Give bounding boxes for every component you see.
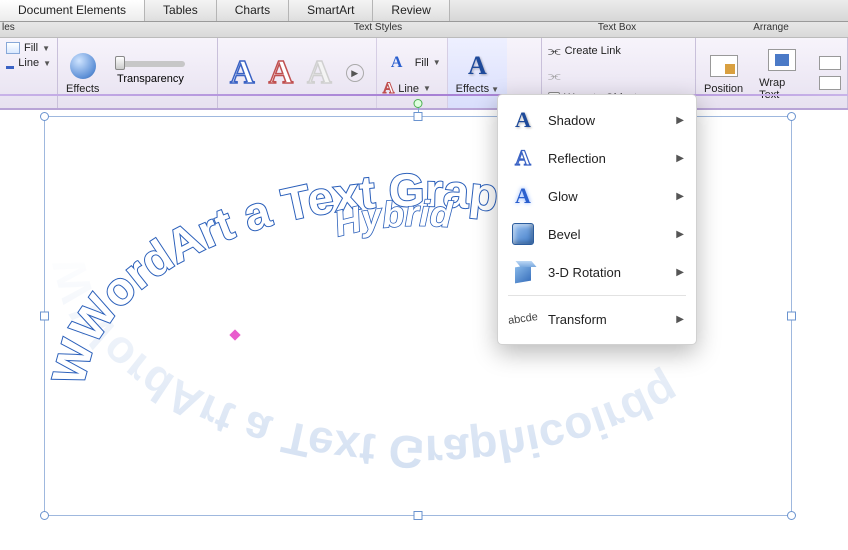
menu-3d-rotation-label: 3-D Rotation bbox=[548, 265, 621, 280]
menu-transform[interactable]: abcde Transform ▶ bbox=[498, 300, 696, 338]
group-label-text-styles: Text Styles bbox=[216, 22, 540, 37]
menu-shadow-label: Shadow bbox=[548, 113, 595, 128]
text-line-label: Line bbox=[398, 83, 419, 95]
chevron-down-icon: ▼ bbox=[42, 44, 50, 53]
create-link-label: Create Link bbox=[565, 45, 621, 57]
bring-forward-icon bbox=[819, 56, 841, 70]
chevron-down-icon: ▼ bbox=[43, 59, 51, 68]
bucket-icon bbox=[6, 42, 20, 54]
menu-bevel[interactable]: Bevel ▶ bbox=[498, 215, 696, 253]
submenu-arrow-icon: ▶ bbox=[676, 153, 684, 164]
menu-reflection[interactable]: A Reflection ▶ bbox=[498, 139, 696, 177]
handle-se[interactable] bbox=[787, 511, 796, 520]
shape-fill-label: Fill bbox=[24, 42, 38, 54]
wrap-text-label: Wrap Text bbox=[759, 77, 805, 101]
wordart-style-2[interactable]: A bbox=[269, 54, 294, 92]
transparency-label: Transparency bbox=[117, 73, 184, 85]
group-label-arrange: Arrange bbox=[694, 22, 848, 37]
tab-document-elements[interactable]: Document Elements bbox=[0, 0, 145, 21]
send-backward-icon bbox=[819, 76, 841, 90]
document-canvas[interactable]: WWordArt a Text Graphicoirdq WWordArt a … bbox=[0, 112, 848, 550]
wordart-style-gallery[interactable]: A A A ▶ bbox=[218, 38, 376, 108]
break-link-button[interactable]: ⫘ bbox=[548, 67, 689, 84]
handle-nw[interactable] bbox=[40, 112, 49, 121]
submenu-arrow-icon: ▶ bbox=[676, 115, 684, 126]
rotation-handle[interactable] bbox=[414, 99, 423, 108]
chevron-down-icon: ▼ bbox=[491, 85, 499, 94]
shape-line-button[interactable]: Line ▼ bbox=[6, 57, 51, 69]
tab-charts[interactable]: Charts bbox=[217, 0, 289, 21]
handle-sw[interactable] bbox=[40, 511, 49, 520]
effects-icon bbox=[68, 51, 98, 81]
submenu-arrow-icon: ▶ bbox=[676, 191, 684, 202]
create-link-button[interactable]: ⫘ Create Link bbox=[548, 42, 689, 59]
handle-n[interactable] bbox=[414, 112, 423, 121]
text-effects-icon: A bbox=[462, 51, 492, 81]
menu-shadow[interactable]: A Shadow ▶ bbox=[498, 101, 696, 139]
handle-e[interactable] bbox=[787, 312, 796, 321]
ribbon-tabstrip: Document Elements Tables Charts SmartArt… bbox=[0, 0, 848, 22]
handle-s[interactable] bbox=[414, 511, 423, 520]
wordart-style-1[interactable]: A bbox=[230, 54, 255, 92]
menu-3d-rotation[interactable]: 3-D Rotation ▶ bbox=[498, 253, 696, 291]
gallery-more-button[interactable]: ▶ bbox=[346, 64, 364, 82]
wrap-text-button[interactable]: Wrap Text bbox=[751, 38, 813, 108]
submenu-arrow-icon: ▶ bbox=[676, 314, 684, 325]
ribbon-divider bbox=[0, 94, 848, 96]
menu-reflection-label: Reflection bbox=[548, 151, 606, 166]
submenu-arrow-icon: ▶ bbox=[676, 229, 684, 240]
wrap-text-icon bbox=[768, 49, 796, 71]
link-icon: ⫘ bbox=[548, 42, 561, 59]
text-fill-label: Fill bbox=[415, 57, 429, 69]
menu-separator bbox=[508, 295, 686, 296]
menu-glow[interactable]: A Glow ▶ bbox=[498, 177, 696, 215]
arrange-more[interactable] bbox=[813, 38, 847, 108]
adjust-handle[interactable] bbox=[229, 329, 240, 340]
handle-w[interactable] bbox=[40, 312, 49, 321]
menu-transform-label: Transform bbox=[548, 312, 607, 327]
shape-effects-button[interactable]: Effects bbox=[58, 47, 107, 99]
slider-thumb[interactable] bbox=[115, 56, 125, 70]
text-fill-button[interactable]: A Fill ▼ bbox=[383, 49, 441, 77]
shape-fill-button[interactable]: Fill ▼ bbox=[6, 42, 51, 54]
text-fill-icon: A bbox=[383, 49, 411, 77]
bevel-icon bbox=[512, 223, 534, 245]
chevron-down-icon: ▼ bbox=[423, 84, 431, 93]
group-label-styles: les bbox=[0, 22, 20, 37]
transparency-slider[interactable] bbox=[115, 61, 185, 67]
transform-icon: abcde bbox=[508, 313, 538, 325]
menu-bevel-label: Bevel bbox=[548, 227, 581, 242]
break-link-icon: ⫘ bbox=[548, 67, 561, 84]
handle-ne[interactable] bbox=[787, 112, 796, 121]
shape-line-label: Line bbox=[18, 57, 39, 69]
ribbon: Fill ▼ Line ▼ Effects Transparency A A bbox=[0, 38, 848, 110]
position-button[interactable]: Position bbox=[696, 38, 751, 108]
ribbon-group-labels: les Text Styles Text Box Arrange bbox=[0, 22, 848, 38]
text-effects-menu: A Shadow ▶ A Reflection ▶ A Glow ▶ Bevel… bbox=[497, 94, 697, 345]
tab-tables[interactable]: Tables bbox=[145, 0, 217, 21]
pen-icon bbox=[6, 57, 14, 69]
cube-icon bbox=[512, 261, 534, 283]
chevron-down-icon: ▼ bbox=[433, 58, 441, 67]
menu-glow-label: Glow bbox=[548, 189, 578, 204]
tab-review[interactable]: Review bbox=[373, 0, 449, 21]
position-icon bbox=[710, 55, 738, 77]
submenu-arrow-icon: ▶ bbox=[676, 267, 684, 278]
group-label-text-box: Text Box bbox=[540, 22, 694, 37]
tab-smartart[interactable]: SmartArt bbox=[289, 0, 373, 21]
wordart-style-3[interactable]: A bbox=[307, 54, 332, 92]
